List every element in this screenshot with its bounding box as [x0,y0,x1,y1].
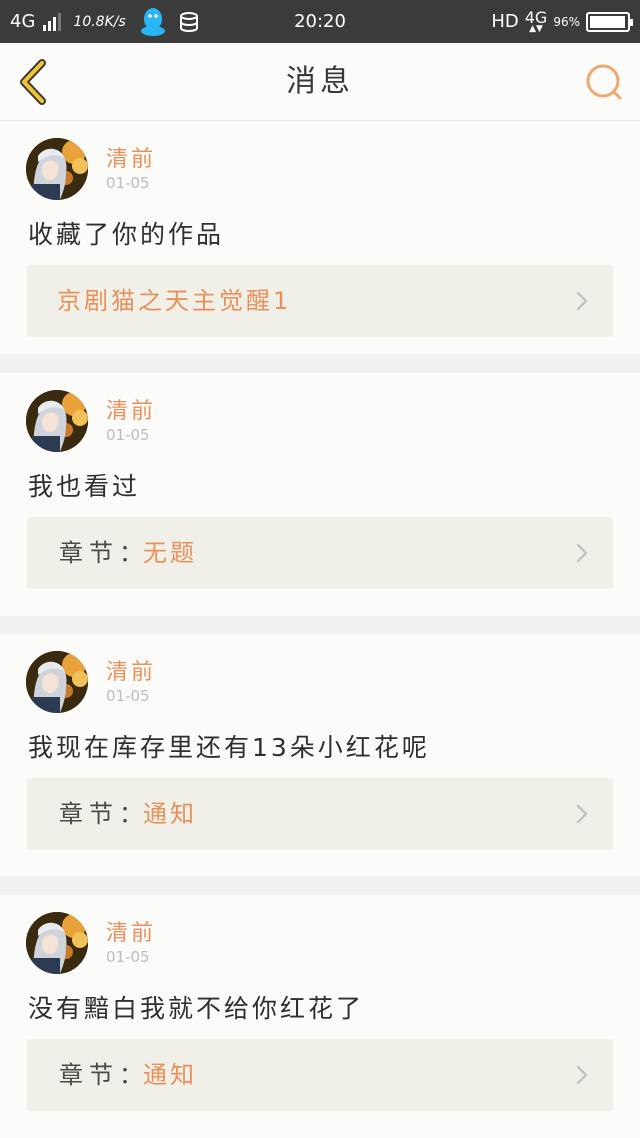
chevron-right-icon [576,291,588,311]
message-card: 清前 01-05 没有黯白我就不给你红花了 章节： 通知 [0,895,640,1138]
message-date: 01-05 [106,948,150,966]
status-right: HD 4G ▲▼ 96% [491,0,633,43]
reference-value: 通知 [143,800,197,828]
reference-value: 通知 [143,1061,197,1089]
battery-percent: 96% [553,14,580,29]
avatar-image [26,390,88,452]
reference-label: 章节： [59,800,149,828]
reference-link[interactable]: 章节： 无题 [27,517,613,589]
user-name[interactable]: 清前 [106,654,156,686]
avatar[interactable] [26,138,88,200]
message-card: 清前 01-05 我也看过 章节： 无题 [0,373,640,616]
avatar[interactable] [26,912,88,974]
reference-label: 章节： [59,1061,149,1089]
hd-indicator: HD [491,11,519,32]
message-card: 清前 01-05 收藏了你的作品 京剧猫之天主觉醒1 [0,121,640,354]
signal-icon [43,12,62,31]
message-date: 01-05 [106,426,150,444]
message-text: 没有黯白我就不给你红花了 [28,994,365,1023]
qq-icon [140,7,165,36]
avatar-image [26,651,88,713]
message-date: 01-05 [106,687,150,705]
header: 消息 [0,43,640,121]
status-left: 4G 10.8K/s [10,7,200,37]
network-speed: 10.8K/s [73,13,126,30]
network-type: 4G [10,11,36,32]
database-icon [179,11,198,32]
network-type-right: 4G ▲▼ [524,7,548,34]
reference-link[interactable]: 章节： 通知 [27,1039,613,1111]
avatar-image [26,138,88,200]
message-card: 清前 01-05 我现在库存里还有13朵小红花呢 章节： 通知 [0,634,640,876]
page-title: 消息 [286,64,354,99]
message-text: 我也看过 [28,472,141,501]
user-name[interactable]: 清前 [106,141,156,173]
clock: 20:20 [294,11,346,32]
reference-value: 无题 [143,539,197,567]
avatar-image [26,912,88,974]
battery-level [590,15,625,28]
reference-link[interactable]: 京剧猫之天主觉醒1 [27,265,613,337]
search-icon[interactable] [584,61,626,103]
reference-label: 章节： [59,539,149,567]
message-text: 收藏了你的作品 [28,220,225,249]
chevron-right-icon [576,804,588,824]
user-name[interactable]: 清前 [106,915,156,947]
message-text: 我现在库存里还有13朵小红花呢 [28,733,430,762]
reference-value: 京剧猫之天主觉醒1 [57,287,292,315]
status-bar: 4G 10.8K/s 20:20 HD 4G ▲▼ 96% [0,0,640,43]
chevron-right-icon [576,543,588,563]
message-date: 01-05 [106,174,150,192]
avatar[interactable] [26,651,88,713]
reference-link[interactable]: 章节： 通知 [27,778,613,850]
avatar[interactable] [26,390,88,452]
chevron-right-icon [576,1065,588,1085]
user-name[interactable]: 清前 [106,393,156,425]
battery-icon [586,11,633,32]
